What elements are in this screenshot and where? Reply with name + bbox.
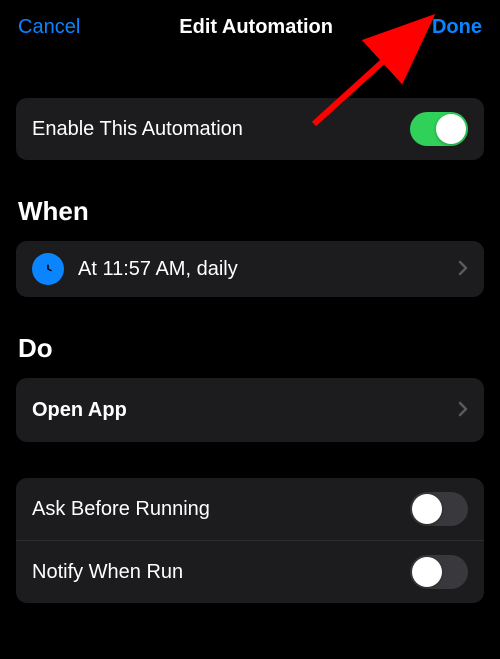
toggle-knob xyxy=(436,114,466,144)
chevron-right-icon xyxy=(458,397,468,423)
ask-before-running-row: Ask Before Running xyxy=(16,478,484,540)
options-group: Ask Before Running Notify When Run xyxy=(16,478,484,603)
when-group: At 11:57 AM, daily xyxy=(16,241,484,297)
notify-when-run-label: Notify When Run xyxy=(32,561,183,584)
when-trigger-label: At 11:57 AM, daily xyxy=(78,258,238,281)
do-action-label: Open App xyxy=(32,399,127,422)
do-section-title: Do xyxy=(16,333,484,364)
enable-automation-row: Enable This Automation xyxy=(16,98,484,160)
notify-when-run-row: Notify When Run xyxy=(16,540,484,603)
page-title: Edit Automation xyxy=(179,16,333,39)
ask-before-running-label: Ask Before Running xyxy=(32,498,210,521)
do-group: Open App xyxy=(16,378,484,442)
done-button[interactable]: Done xyxy=(432,16,482,39)
ask-before-running-toggle[interactable] xyxy=(410,492,468,526)
chevron-right-icon xyxy=(458,256,468,282)
toggle-knob xyxy=(412,494,442,524)
do-action-row[interactable]: Open App xyxy=(16,378,484,442)
clock-icon xyxy=(32,253,64,285)
enable-automation-toggle[interactable] xyxy=(410,112,468,146)
when-section-title: When xyxy=(16,196,484,227)
header-bar: Cancel Edit Automation Done xyxy=(0,0,500,54)
toggle-knob xyxy=(412,557,442,587)
enable-group: Enable This Automation xyxy=(16,98,484,160)
cancel-button[interactable]: Cancel xyxy=(18,16,80,39)
enable-automation-label: Enable This Automation xyxy=(32,118,243,141)
notify-when-run-toggle[interactable] xyxy=(410,555,468,589)
when-trigger-row[interactable]: At 11:57 AM, daily xyxy=(16,241,484,297)
